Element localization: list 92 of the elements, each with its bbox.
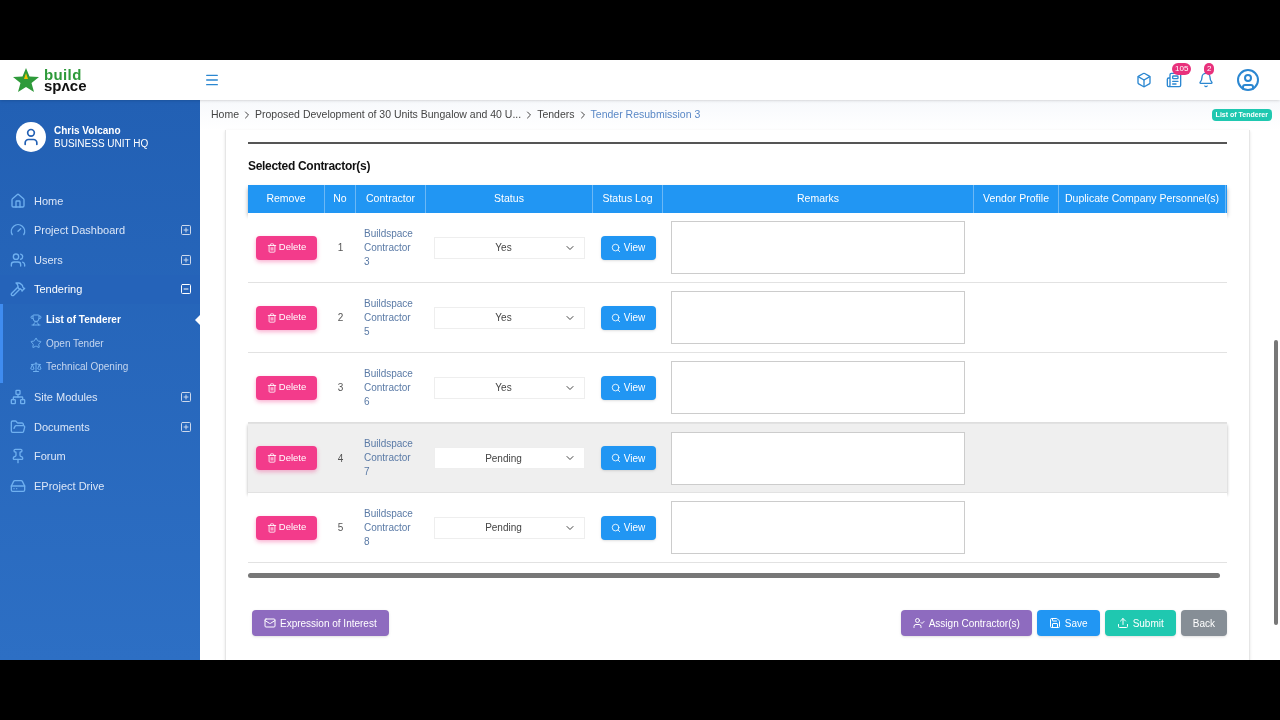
status-select[interactable]: Pending xyxy=(434,447,585,469)
sidebar-item[interactable]: Documents xyxy=(0,412,200,442)
sidebar-item[interactable]: Forum xyxy=(0,441,200,471)
logo-text: build xyxy=(44,69,83,80)
row-number: 3 xyxy=(337,381,344,395)
trophy-icon xyxy=(30,313,42,326)
bell-icon xyxy=(1198,72,1214,88)
save-icon xyxy=(1048,617,1061,629)
count-badge: 2 xyxy=(1204,63,1215,75)
breadcrumb-link[interactable]: Home xyxy=(211,107,239,123)
star-logo-icon xyxy=(12,67,40,93)
row-number: 4 xyxy=(337,451,344,466)
submenu-item[interactable]: Open Tender xyxy=(3,331,200,355)
section-title: Selected Contractor(s) xyxy=(248,158,372,175)
expand-icon[interactable] xyxy=(180,391,192,404)
submenu-item[interactable]: Technical Opening xyxy=(3,355,200,379)
remarks-field[interactable] xyxy=(671,221,965,274)
horizontal-scrollbar[interactable] xyxy=(248,573,1220,578)
breadcrumb-link[interactable]: Tenders xyxy=(537,107,575,123)
status-select[interactable]: Yes xyxy=(434,306,585,329)
delete-button[interactable]: Delete xyxy=(256,446,317,470)
row-number: 2 xyxy=(337,311,344,325)
sitemap-icon xyxy=(10,389,26,406)
remarks-field[interactable] xyxy=(671,291,965,344)
contractor-link[interactable]: Buildspace Contractor 3 xyxy=(364,226,418,269)
sidebar-item[interactable]: Home xyxy=(0,186,200,216)
view-button[interactable]: View xyxy=(600,235,656,260)
search-icon xyxy=(610,453,621,463)
search-icon xyxy=(610,312,621,323)
home-icon xyxy=(10,192,26,209)
trash-icon xyxy=(266,453,277,463)
remarks-field[interactable] xyxy=(671,361,965,414)
status-select[interactable]: Pending xyxy=(434,516,585,539)
count-badge: 105 xyxy=(1172,63,1192,75)
account-icon[interactable] xyxy=(1236,68,1260,92)
logo[interactable]: build spʌce xyxy=(0,67,200,93)
contractor-link[interactable]: Buildspace Contractor 8 xyxy=(364,506,418,549)
status-select[interactable]: Yes xyxy=(434,376,585,399)
delete-button[interactable]: Delete xyxy=(256,235,317,260)
save-button[interactable]: Save xyxy=(1036,610,1100,636)
vertical-scrollbar[interactable] xyxy=(1274,340,1278,625)
row-number: 1 xyxy=(337,241,344,255)
scale-icon xyxy=(30,360,42,373)
star-icon xyxy=(30,337,42,350)
users-icon xyxy=(10,251,26,268)
user-name: Chris Volcano xyxy=(54,124,122,137)
pin-icon xyxy=(10,448,26,465)
contractor-link[interactable]: Buildspace Contractor 7 xyxy=(364,437,418,479)
trash-icon xyxy=(266,382,277,393)
expression-of-interest-button[interactable]: Expression of Interest xyxy=(252,610,389,636)
breadcrumb-link[interactable]: Tender Resubmission 3 xyxy=(590,107,701,123)
sidebar-item[interactable]: Site Modules xyxy=(0,382,200,412)
remarks-field[interactable] xyxy=(671,501,965,554)
search-icon xyxy=(610,242,621,253)
contractor-link[interactable]: Buildspace Contractor 6 xyxy=(364,366,418,409)
view-button[interactable]: View xyxy=(600,375,656,400)
envelope-icon xyxy=(264,617,276,629)
expand-icon[interactable] xyxy=(180,224,192,237)
view-button[interactable]: View xyxy=(600,305,656,330)
trash-icon xyxy=(266,242,277,253)
menu-icon[interactable] xyxy=(204,72,220,88)
hammer-icon xyxy=(10,281,26,298)
list-icon xyxy=(1166,72,1182,88)
delete-button[interactable]: Delete xyxy=(256,305,317,330)
sidebar-item[interactable]: EProject Drive xyxy=(0,471,200,501)
folder-icon xyxy=(10,418,26,435)
avatar-icon xyxy=(16,122,46,152)
sidebar-item[interactable]: Project Dashboard xyxy=(0,215,200,245)
drive-icon xyxy=(10,477,26,494)
breadcrumb-link[interactable]: Proposed Development of 30 Units Bungalow and 40 U... xyxy=(255,107,522,123)
expand-icon[interactable] xyxy=(180,420,192,433)
upload-icon xyxy=(1116,617,1129,629)
back-button[interactable]: Back xyxy=(1180,610,1227,636)
search-icon xyxy=(610,382,621,393)
assign-button[interactable]: Assign Contractor(s) xyxy=(900,610,1032,636)
delete-button[interactable]: Delete xyxy=(256,375,317,400)
business-unit: BUSINESS UNIT HQ xyxy=(54,137,149,150)
delete-button[interactable]: Delete xyxy=(256,515,317,540)
trash-icon xyxy=(266,312,277,323)
expand-icon[interactable] xyxy=(180,253,192,266)
row-number: 5 xyxy=(337,521,344,535)
cube-icon[interactable] xyxy=(1136,72,1152,88)
collapse-icon[interactable] xyxy=(180,283,192,296)
contractor-link[interactable]: Buildspace Contractor 5 xyxy=(364,296,418,339)
user-check-icon xyxy=(912,617,925,629)
search-icon xyxy=(610,522,621,533)
remarks-field[interactable] xyxy=(671,431,965,485)
view-button[interactable]: View xyxy=(600,515,656,540)
sidebar-item[interactable]: Users xyxy=(0,245,200,275)
view-button[interactable]: View xyxy=(600,446,656,470)
status-select[interactable]: Yes xyxy=(434,236,585,259)
trash-icon xyxy=(266,522,277,533)
